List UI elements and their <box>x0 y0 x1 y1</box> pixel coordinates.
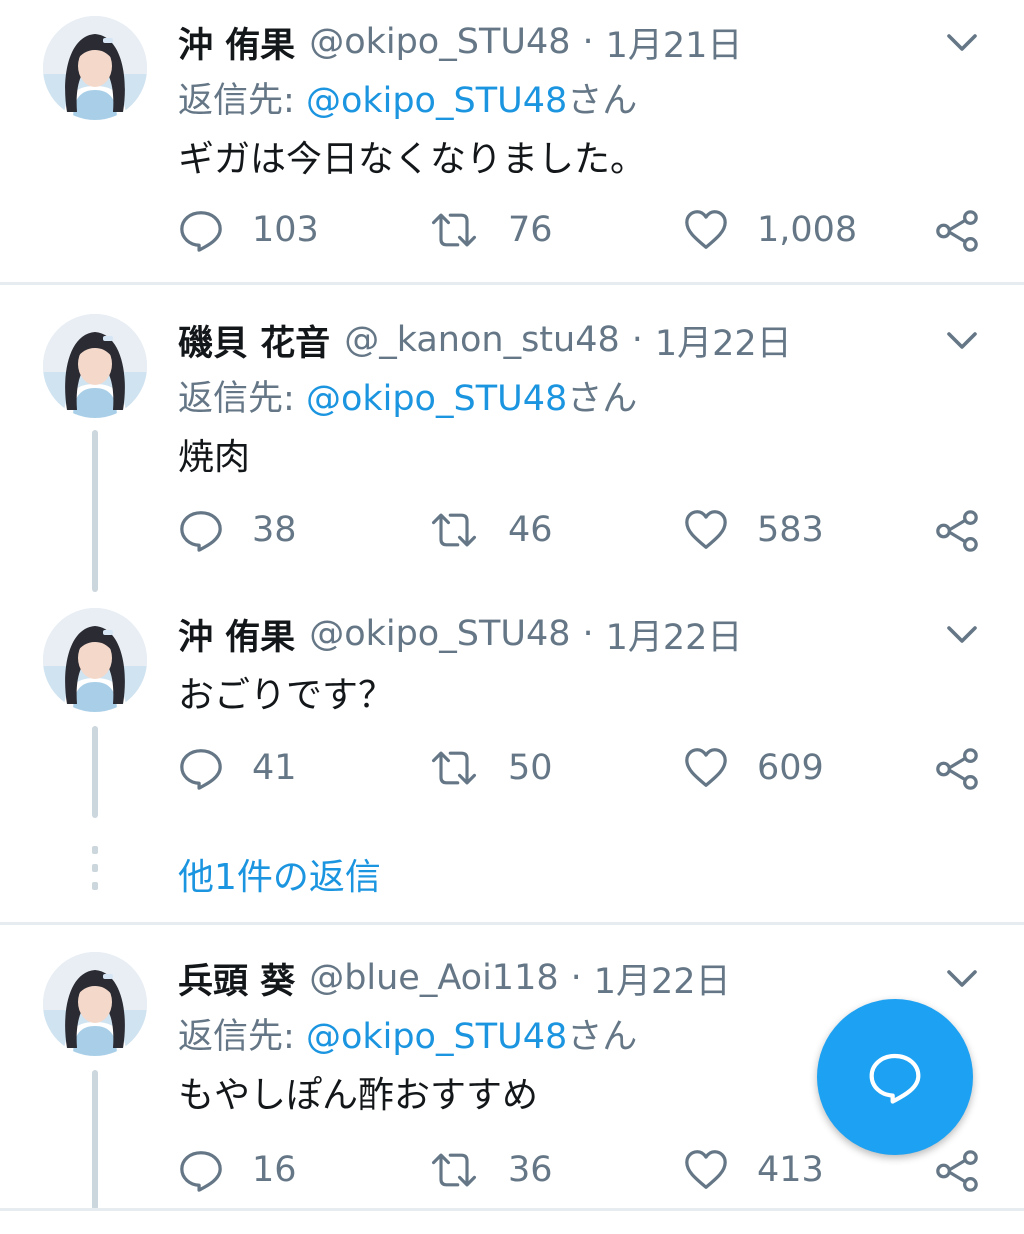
separator-dot: · <box>582 614 594 654</box>
share-icon[interactable] <box>934 208 980 254</box>
reply-button[interactable]: 103 <box>178 202 319 258</box>
reply-icon <box>178 1147 224 1193</box>
like-count: 1,008 <box>757 210 858 250</box>
tweet-date[interactable]: 1月22日 <box>655 315 792 366</box>
tweet[interactable]: 磯貝 花音 @_kanon_stu48 · 1月22日 返信先: @okipo_… <box>0 314 1024 594</box>
tweet-actions: 103 76 1,008 <box>0 202 1024 258</box>
reply-button[interactable]: 16 <box>178 1142 297 1198</box>
avatar[interactable] <box>43 952 147 1056</box>
retweet-button[interactable]: 50 <box>428 740 553 796</box>
tweet-text: おごりです？ <box>178 675 395 716</box>
tweet-date[interactable]: 1月22日 <box>594 953 731 1004</box>
reply-to-suffix: さん <box>567 81 638 121</box>
like-button[interactable]: 583 <box>683 502 824 558</box>
divider <box>0 1208 1024 1211</box>
reply-count: 16 <box>252 1150 297 1190</box>
tweet-text: 焼肉 <box>178 437 251 478</box>
retweet-button[interactable]: 46 <box>428 502 553 558</box>
like-count: 609 <box>757 748 824 788</box>
tweet-date[interactable]: 1月21日 <box>606 17 743 68</box>
reply-to-suffix: さん <box>567 1017 638 1057</box>
heart-icon <box>683 1147 729 1193</box>
tweet-actions: 38 46 583 <box>0 502 1024 558</box>
reply-count: 103 <box>252 210 319 250</box>
avatar[interactable] <box>43 608 147 712</box>
reply-to-prefix: 返信先: <box>178 81 295 121</box>
retweet-icon <box>428 745 480 791</box>
retweet-button[interactable]: 36 <box>428 1142 553 1198</box>
author-name[interactable]: 沖 侑果 <box>178 17 295 68</box>
heart-icon <box>683 745 729 791</box>
reply-to-line: 返信先: @okipo_STU48さん <box>178 72 637 123</box>
retweet-count: 46 <box>508 510 553 550</box>
heart-icon <box>683 207 729 253</box>
retweet-icon <box>428 507 480 553</box>
reply-button[interactable]: 38 <box>178 502 297 558</box>
separator-dot: · <box>631 320 643 360</box>
tweet-date[interactable]: 1月22日 <box>606 609 743 660</box>
retweet-count: 36 <box>508 1150 553 1190</box>
retweet-count: 50 <box>508 748 553 788</box>
tweet-header: 磯貝 花音 @_kanon_stu48 · 1月22日 <box>178 314 792 366</box>
retweet-button[interactable]: 76 <box>428 202 553 258</box>
compose-reply-icon <box>869 1053 921 1104</box>
author-name[interactable]: 磯貝 花音 <box>178 315 330 366</box>
heart-icon <box>683 507 729 553</box>
author-handle[interactable]: @blue_Aoi118 <box>309 958 558 998</box>
reply-to-suffix: さん <box>567 379 638 419</box>
separator-dot: · <box>582 22 594 62</box>
tweet-header: 沖 侑果 @okipo_STU48 · 1月22日 <box>178 608 742 660</box>
reply-to-line: 返信先: @okipo_STU48さん <box>178 370 637 421</box>
divider <box>0 922 1024 925</box>
chevron-down-icon[interactable] <box>942 324 982 356</box>
reply-to-mention[interactable]: @okipo_STU48 <box>306 81 567 121</box>
reply-to-mention[interactable]: @okipo_STU48 <box>306 1017 567 1057</box>
author-handle[interactable]: @_kanon_stu48 <box>344 320 620 360</box>
like-count: 413 <box>757 1150 824 1190</box>
like-button[interactable]: 609 <box>683 740 824 796</box>
chevron-down-icon[interactable] <box>942 962 982 994</box>
reply-count: 38 <box>252 510 297 550</box>
reply-to-prefix: 返信先: <box>178 379 295 419</box>
reply-icon <box>178 207 224 253</box>
divider <box>0 282 1024 285</box>
tweet[interactable]: 沖 侑果 @okipo_STU48 · 1月21日 返信先: @okipo_ST… <box>0 16 1024 282</box>
share-icon[interactable] <box>934 746 980 792</box>
reply-button[interactable]: 41 <box>178 740 297 796</box>
share-icon[interactable] <box>934 1148 980 1194</box>
author-name[interactable]: 兵頭 葵 <box>178 953 295 1004</box>
chevron-down-icon[interactable] <box>942 26 982 58</box>
tweet-text: ギガは今日なくなりました。 <box>178 139 647 180</box>
avatar[interactable] <box>43 314 147 418</box>
avatar[interactable] <box>43 16 147 120</box>
tweet[interactable]: 沖 侑果 @okipo_STU48 · 1月22日 おごりです？ 41 50 6… <box>0 608 1024 822</box>
like-button[interactable]: 413 <box>683 1142 824 1198</box>
reply-icon <box>178 507 224 553</box>
retweet-icon <box>428 207 480 253</box>
show-more-replies-link[interactable]: 他1件の返信 <box>178 848 381 900</box>
retweet-icon <box>428 1147 480 1193</box>
like-count: 583 <box>757 510 824 550</box>
tweet-header: 沖 侑果 @okipo_STU48 · 1月21日 <box>178 16 742 68</box>
author-handle[interactable]: @okipo_STU48 <box>309 22 570 62</box>
thread-more-dots <box>92 846 98 900</box>
reply-count: 41 <box>252 748 297 788</box>
separator-dot: · <box>570 958 582 998</box>
share-icon[interactable] <box>934 508 980 554</box>
author-handle[interactable]: @okipo_STU48 <box>309 614 570 654</box>
tweet-text: もやしぽん酢おすすめ <box>178 1075 539 1116</box>
compose-reply-button[interactable] <box>817 999 973 1155</box>
reply-to-mention[interactable]: @okipo_STU48 <box>306 379 567 419</box>
tweet-actions: 41 50 609 <box>0 740 1024 796</box>
retweet-count: 76 <box>508 210 553 250</box>
reply-to-line: 返信先: @okipo_STU48さん <box>178 1008 637 1059</box>
like-button[interactable]: 1,008 <box>683 202 857 258</box>
reply-to-prefix: 返信先: <box>178 1017 295 1057</box>
reply-icon <box>178 745 224 791</box>
tweet-header: 兵頭 葵 @blue_Aoi118 · 1月22日 <box>178 952 731 1004</box>
chevron-down-icon[interactable] <box>942 618 982 650</box>
author-name[interactable]: 沖 侑果 <box>178 609 295 660</box>
